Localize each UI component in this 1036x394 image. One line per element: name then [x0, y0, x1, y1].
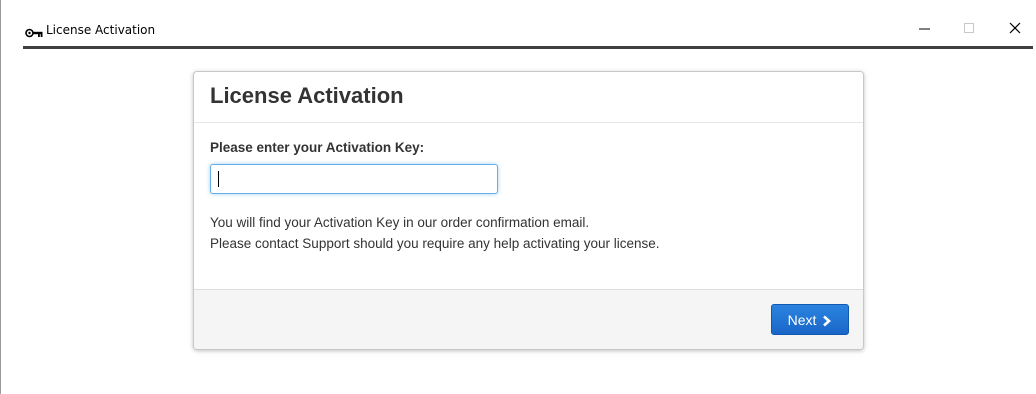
- panel-footer: Next: [194, 289, 863, 349]
- chevron-right-icon: [822, 314, 832, 326]
- text-caret: [218, 171, 219, 187]
- minimize-button[interactable]: [905, 16, 945, 44]
- maximize-icon: [963, 21, 975, 39]
- panel-header: License Activation: [194, 72, 863, 123]
- activation-key-label: Please enter your Activation Key:: [210, 140, 425, 155]
- key-icon: [25, 25, 43, 38]
- next-button-label: Next: [787, 311, 817, 328]
- help-text-line: You will find your Activation Key in our…: [210, 215, 590, 230]
- activation-key-input[interactable]: [210, 164, 498, 194]
- close-icon: [1009, 21, 1021, 39]
- title-bar[interactable]: License Activation: [1, 0, 1036, 46]
- maximize-button[interactable]: [949, 16, 989, 44]
- help-text-line: Please contact Support should you requir…: [210, 236, 660, 251]
- activation-panel: License Activation Please enter your Act…: [193, 71, 864, 350]
- window-title: License Activation: [46, 23, 156, 37]
- title-divider: [23, 46, 1033, 49]
- license-activation-window: License Activation License Activation Pl…: [0, 0, 1036, 394]
- close-button[interactable]: [995, 16, 1035, 44]
- minimize-icon: [919, 21, 931, 39]
- next-button[interactable]: Next: [771, 304, 849, 335]
- page-title: License Activation: [210, 83, 404, 108]
